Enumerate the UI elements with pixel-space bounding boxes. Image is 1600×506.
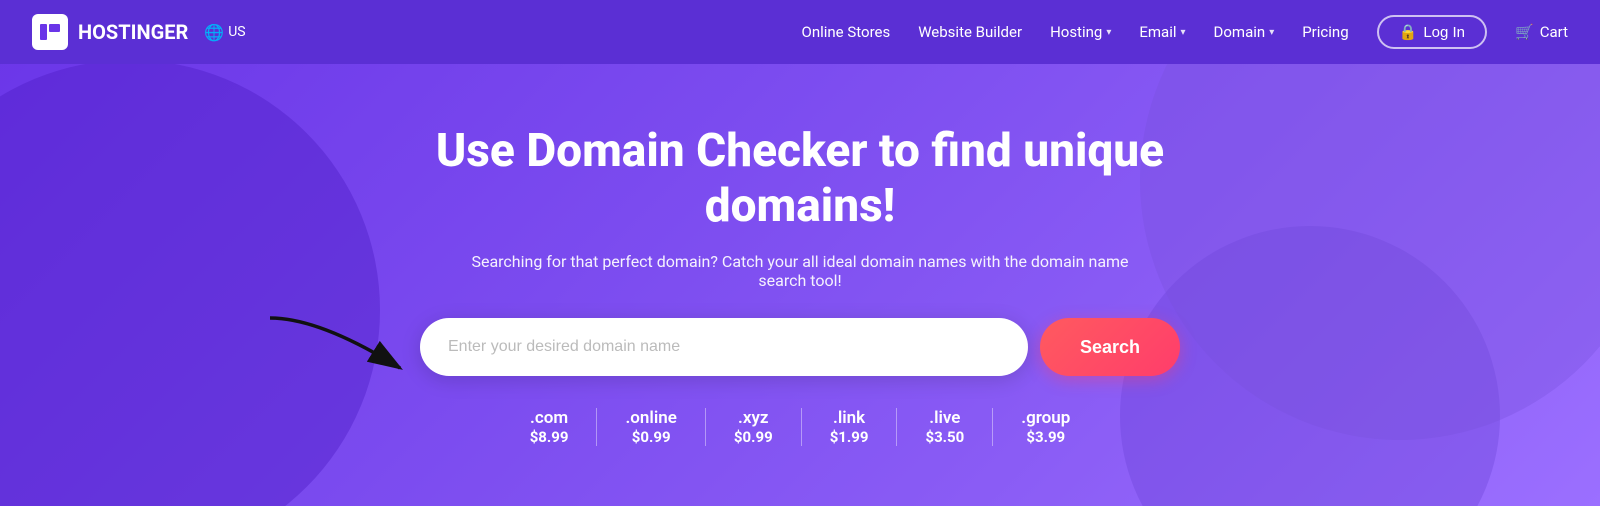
tld-extension: .xyz — [738, 408, 768, 428]
tld-item[interactable]: .group$3.99 — [993, 408, 1098, 446]
domain-chevron-icon: ▾ — [1269, 27, 1274, 38]
search-row: Search — [420, 318, 1180, 376]
tld-extension: .group — [1021, 408, 1070, 428]
tld-price: $3.99 — [1026, 428, 1065, 446]
arrow-annotation — [260, 308, 420, 388]
search-button[interactable]: Search — [1040, 318, 1180, 376]
email-chevron-icon: ▾ — [1181, 27, 1186, 38]
hosting-chevron-icon: ▾ — [1106, 27, 1111, 38]
globe-icon: 🌐 — [204, 23, 224, 42]
nav-domain[interactable]: Domain ▾ — [1214, 23, 1275, 41]
nav-email[interactable]: Email ▾ — [1139, 23, 1185, 41]
tld-list: .com$8.99.online$0.99.xyz$0.99.link$1.99… — [502, 408, 1099, 446]
tld-item[interactable]: .com$8.99 — [502, 408, 598, 446]
tld-item[interactable]: .live$3.50 — [897, 408, 993, 446]
nav-online-stores[interactable]: Online Stores — [802, 23, 891, 41]
tld-extension: .com — [530, 408, 568, 428]
nav-links: Online Stores Website Builder Hosting ▾ … — [802, 15, 1569, 49]
tld-price: $1.99 — [830, 428, 869, 446]
hero-content: Use Domain Checker to find unique domain… — [0, 124, 1600, 446]
nav-hosting[interactable]: Hosting ▾ — [1050, 23, 1111, 41]
locale-label: US — [228, 24, 245, 40]
login-button[interactable]: 🔒 Log In — [1377, 15, 1487, 49]
logo-icon — [32, 14, 68, 50]
cart-icon: 🛒 — [1515, 23, 1534, 41]
navbar: HOSTINGER 🌐 US Online Stores Website Bui… — [0, 0, 1600, 64]
domain-search-input[interactable] — [420, 318, 1028, 376]
hero-subtitle: Searching for that perfect domain? Catch… — [460, 252, 1140, 290]
tld-price: $3.50 — [925, 428, 964, 446]
tld-item[interactable]: .online$0.99 — [597, 408, 705, 446]
tld-price: $8.99 — [530, 428, 569, 446]
tld-item[interactable]: .xyz$0.99 — [706, 408, 802, 446]
nav-website-builder[interactable]: Website Builder — [918, 23, 1022, 41]
hero-section: Use Domain Checker to find unique domain… — [0, 0, 1600, 506]
tld-extension: .link — [833, 408, 865, 428]
tld-price: $0.99 — [632, 428, 671, 446]
hero-title: Use Domain Checker to find unique domain… — [420, 124, 1180, 234]
nav-pricing[interactable]: Pricing — [1302, 23, 1348, 41]
tld-extension: .online — [625, 408, 676, 428]
cart-button[interactable]: 🛒 Cart — [1515, 23, 1568, 41]
tld-item[interactable]: .link$1.99 — [802, 408, 898, 446]
logo-text: HOSTINGER — [78, 20, 188, 44]
tld-extension: .live — [929, 408, 960, 428]
lock-icon: 🔒 — [1399, 23, 1418, 41]
tld-price: $0.99 — [734, 428, 773, 446]
locale-selector[interactable]: 🌐 US — [204, 23, 245, 42]
logo[interactable]: HOSTINGER — [32, 14, 188, 50]
